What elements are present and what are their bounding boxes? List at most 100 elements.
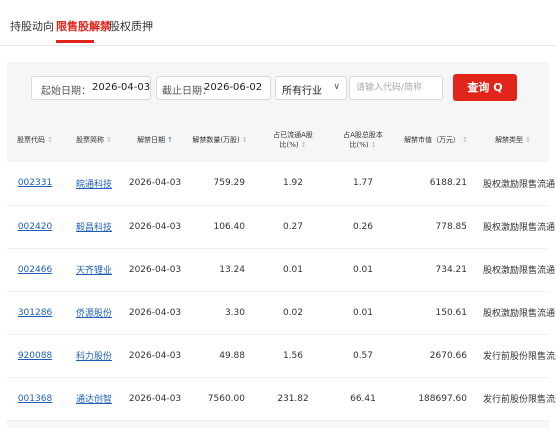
col-unlock-date-header[interactable]: 解禁日期 ↑ <box>125 118 185 162</box>
header-label: 占A股总股本 <box>343 131 383 139</box>
unlock-qty-cell: 13.24 <box>219 264 245 275</box>
unlock-value-cell: 188697.60 <box>418 393 467 404</box>
stock-code-link[interactable]: 002466 <box>18 265 52 275</box>
unlock-type-cell: 股权激励限售流通 <box>483 223 556 233</box>
unlock-type-cell: 股权激励限售流通 <box>483 179 556 190</box>
sort-icon[interactable]: ↕ <box>242 136 248 144</box>
col-pct-total-header[interactable]: 占A股总股本 比(%) ↕ <box>331 118 395 162</box>
table-cell: 920088 <box>7 334 63 378</box>
sort-icon[interactable]: ↕ <box>301 141 307 149</box>
stock-name-link[interactable]: 毅昌科技 <box>76 223 112 233</box>
unlock-date-cell: 2026-04-03 <box>128 178 182 189</box>
table-cell: 1.77 <box>331 162 395 206</box>
unlock-qty-cell: 3.30 <box>224 307 245 318</box>
header-label: 解禁数量(万股) <box>192 136 240 144</box>
table-cell: 3.30 <box>185 291 255 335</box>
end-date-field[interactable]: 截止日期： 2026-06-02 <box>156 76 271 100</box>
sort-icon[interactable]: ↕ <box>47 136 53 144</box>
sort-icon[interactable]: ↕ <box>371 141 377 149</box>
start-date-value[interactable]: 2026-04-03 <box>92 82 150 93</box>
sort-icon[interactable]: ↕ <box>462 136 468 144</box>
col-stock-code-header[interactable]: 股票代码 ↕ <box>7 118 63 162</box>
table-body: 002331 皖通科技 2026-04-03 759.29 1.92 1.77 6188.2… <box>7 162 556 421</box>
table-cell: 13.24 <box>185 248 255 292</box>
table-cell: 1.92 <box>255 162 331 206</box>
unlock-value-cell: 734.21 <box>435 264 468 275</box>
tab-holding-trends[interactable]: 持股动向 <box>10 18 54 34</box>
col-stock-name-header[interactable]: 股票简称 ↕ <box>63 118 125 162</box>
unlock-qty-cell: 49.88 <box>219 350 245 361</box>
end-date-value[interactable]: 2026-06-02 <box>204 82 262 93</box>
stock-name-link[interactable]: 皖通科技 <box>76 180 112 190</box>
table-cell: 0.27 <box>255 205 331 249</box>
industry-select[interactable]: 所有行业 ∨ <box>275 76 347 100</box>
unlock-value-cell: 778.85 <box>435 221 468 232</box>
table-cell: 0.26 <box>331 205 395 249</box>
unlock-qty-cell: 759.29 <box>213 178 246 189</box>
table-cell: 106.40 <box>185 205 255 249</box>
table-cell: 2026-04-03 <box>125 205 185 249</box>
table-cell: 2026-04-03 <box>125 377 185 421</box>
col-unlock-qty-header[interactable]: 解禁数量(万股) ↕ <box>185 118 255 162</box>
pct-total-cell: 0.26 <box>352 221 374 232</box>
stock-code-link[interactable]: 002331 <box>18 178 52 188</box>
table-cell: 7560.00 <box>185 377 255 421</box>
filter-bar: 起始日期： 2026-04-03 截止日期： 2026-06-02 所有行业 ∨… <box>7 62 549 114</box>
table-cell: 002331 <box>7 162 63 206</box>
col-unlock-type-header[interactable]: 解禁类型 ↕ <box>477 118 549 162</box>
sort-icon[interactable]: ↕ <box>106 136 112 144</box>
table-cell: 发行前股份限售流通 <box>477 377 556 421</box>
table-cell: 天齐锂业 <box>63 248 125 292</box>
table-cell: 股权激励限售流通 <box>477 248 555 292</box>
table-cell: 6188.21 <box>395 162 477 206</box>
stock-name-link[interactable]: 科力股份 <box>76 352 112 362</box>
stock-name-link[interactable]: 通达创智 <box>76 395 112 405</box>
unlock-type-cell: 股权激励限售流通 <box>483 266 556 276</box>
pct-total-cell: 66.41 <box>350 393 376 404</box>
search-field[interactable] <box>349 76 443 100</box>
tab-equity-pledge[interactable]: 股权质押 <box>109 18 153 34</box>
table-row: 920088 科力股份 2026-04-03 49.88 1.56 0.57 2670.66… <box>7 334 556 378</box>
stock-name-link[interactable]: 侨源股份 <box>76 309 112 319</box>
query-button[interactable]: 查询 Q <box>453 74 517 101</box>
sort-icon[interactable]: ↕ <box>525 136 531 144</box>
unlock-date-cell: 2026-04-03 <box>128 393 182 404</box>
pct-total-cell: 0.57 <box>352 350 374 361</box>
table-cell: 002420 <box>7 205 63 249</box>
table-cell: 001368 <box>7 377 63 421</box>
pct-float-cell: 0.01 <box>282 264 304 275</box>
tab-restricted-unlock[interactable]: 限售股解禁 <box>56 18 111 34</box>
stock-code-link[interactable]: 301286 <box>18 308 52 318</box>
header-label: 解禁市值（万元） <box>404 136 461 144</box>
table-cell: 0.01 <box>331 291 395 335</box>
sort-up-icon[interactable]: ↑ <box>167 136 173 144</box>
pct-float-cell: 0.27 <box>282 221 304 232</box>
table-cell: 股权激励限售流通 <box>477 291 555 335</box>
unlock-date-cell: 2026-04-03 <box>128 264 182 275</box>
unlock-type-cell: 发行前股份限售流通 <box>483 395 556 405</box>
table-cell: 通达创智 <box>63 377 125 421</box>
table-cell: 2026-04-03 <box>125 248 185 292</box>
header-label: 股票代码 <box>17 136 46 144</box>
search-input[interactable] <box>350 77 442 99</box>
stock-code-link[interactable]: 002420 <box>18 222 52 232</box>
table-cell: 皖通科技 <box>63 162 125 206</box>
stock-code-link[interactable]: 001368 <box>18 394 52 404</box>
start-date-label: 起始日期： <box>41 86 91 97</box>
table-cell: 231.82 <box>255 377 331 421</box>
start-date-field[interactable]: 起始日期： 2026-04-03 <box>31 76 151 100</box>
stock-code-link[interactable]: 920088 <box>18 351 52 361</box>
table-cell: 0.01 <box>331 248 395 292</box>
unlock-value-cell: 2670.66 <box>429 350 467 361</box>
unlock-date-cell: 2026-04-03 <box>128 307 182 318</box>
table-cell: 49.88 <box>185 334 255 378</box>
pct-float-cell: 1.92 <box>282 178 304 189</box>
table-cell: 股权激励限售流通 <box>477 205 555 249</box>
stock-name-link[interactable]: 天齐锂业 <box>76 266 112 276</box>
col-pct-float-header[interactable]: 占已流通A股 比(%) ↕ <box>255 118 331 162</box>
table-cell: 734.21 <box>395 248 477 292</box>
table-cell: 66.41 <box>331 377 395 421</box>
header-label-line2: 比(%) <box>279 141 299 149</box>
col-unlock-value-header[interactable]: 解禁市值（万元） ↕ <box>395 118 477 162</box>
table-cell: 0.02 <box>255 291 331 335</box>
